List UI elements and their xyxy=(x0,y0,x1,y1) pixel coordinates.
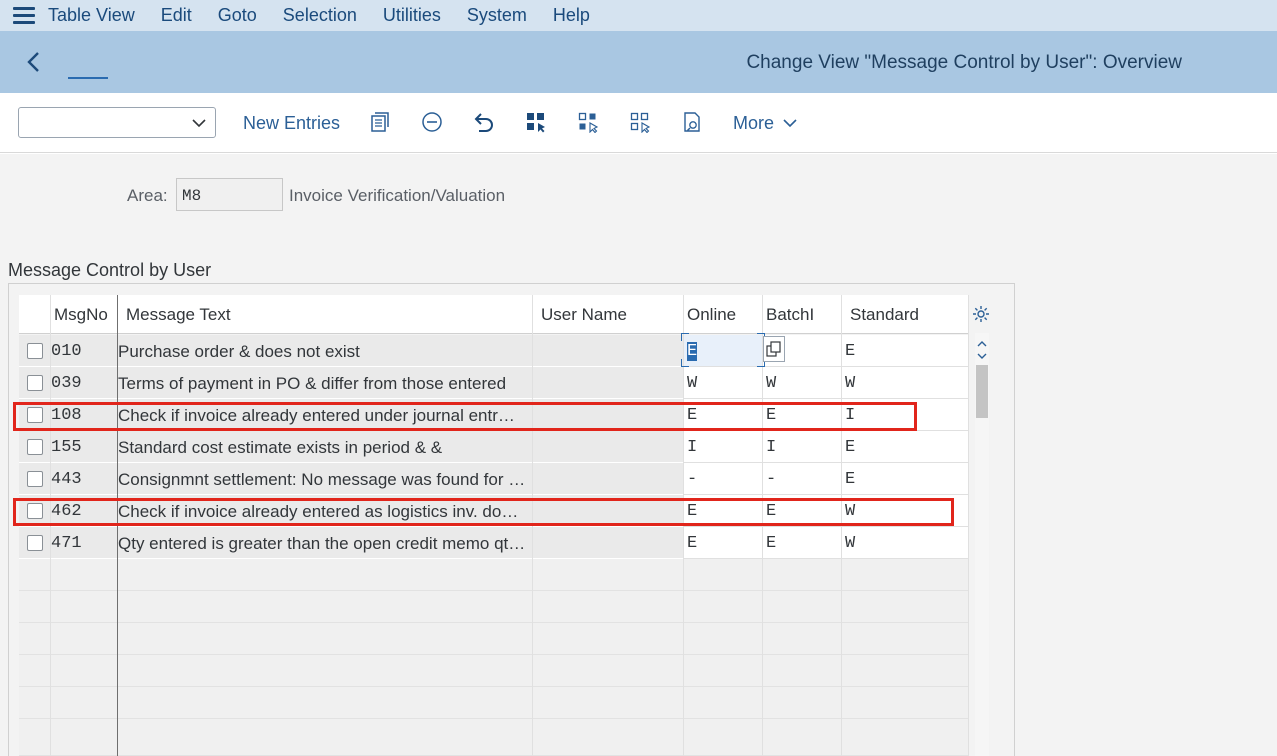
standard-input[interactable]: W xyxy=(842,527,968,559)
message-text-cell: Qty entered is greater than the open cre… xyxy=(118,534,526,553)
online-input[interactable]: - xyxy=(684,463,763,495)
empty-table-row xyxy=(19,623,968,655)
column-header-batch[interactable]: BatchI xyxy=(766,295,814,334)
row-select-checkbox[interactable] xyxy=(27,439,43,455)
menu-bar: Table View Edit Goto Selection Utilities… xyxy=(0,0,1277,31)
table-settings-button[interactable] xyxy=(971,304,991,324)
focus-underline xyxy=(68,77,108,79)
column-divider xyxy=(968,295,969,756)
column-header-message-text[interactable]: Message Text xyxy=(126,295,231,334)
new-entries-button[interactable]: New Entries xyxy=(243,113,340,134)
row-select-checkbox[interactable] xyxy=(27,535,43,551)
message-text-cell: Consignmnt settlement: No message was fo… xyxy=(118,470,526,489)
column-header-user-name[interactable]: User Name xyxy=(541,295,627,334)
scrollbar-thumb[interactable] xyxy=(976,365,988,418)
value-help-icon xyxy=(766,341,781,357)
menu-utilities[interactable]: Utilities xyxy=(383,5,441,26)
more-label: More xyxy=(733,113,775,133)
more-button[interactable]: More xyxy=(733,113,798,134)
column-header-standard[interactable]: Standard xyxy=(850,295,919,334)
empty-table-row xyxy=(19,719,968,756)
value-help-button[interactable] xyxy=(763,336,785,362)
empty-table-row xyxy=(19,655,968,687)
message-text-cell: Standard cost estimate exists in period … xyxy=(118,438,443,457)
table-row[interactable]: 443 Consignmnt settlement: No message wa… xyxy=(19,463,968,495)
area-field: M8 xyxy=(176,178,283,211)
column-header-msgno[interactable]: MsgNo xyxy=(54,295,108,334)
menu-goto[interactable]: Goto xyxy=(218,5,257,26)
toolbar: New Entries More xyxy=(0,93,1277,153)
standard-input[interactable]: E xyxy=(842,335,968,367)
area-description: Invoice Verification/Valuation xyxy=(289,186,506,205)
batch-input[interactable]: - xyxy=(763,463,842,495)
delete-button[interactable] xyxy=(420,110,444,134)
minus-circle-icon xyxy=(422,112,442,132)
back-button[interactable] xyxy=(20,49,46,75)
highlight-box-row-108 xyxy=(13,402,917,431)
copy-as-button[interactable] xyxy=(367,110,391,134)
hamburger-menu-icon[interactable] xyxy=(13,7,35,24)
message-text-cell: Purchase order & does not exist xyxy=(118,342,360,361)
menu-system[interactable]: System xyxy=(467,5,527,26)
table-row[interactable]: 010 Purchase order & does not exist E E xyxy=(19,335,968,367)
focus-corner xyxy=(681,359,689,367)
online-input[interactable]: I xyxy=(684,431,763,463)
highlight-box-row-462 xyxy=(13,498,954,526)
page-title: Change View "Message Control by User": O… xyxy=(746,52,1182,73)
deselect-all-icon xyxy=(630,112,651,133)
online-input[interactable]: E xyxy=(684,335,763,367)
row-select-checkbox[interactable] xyxy=(27,471,43,487)
menu-edit[interactable]: Edit xyxy=(161,5,192,26)
chevron-up-icon xyxy=(977,341,987,347)
standard-input[interactable]: E xyxy=(842,431,968,463)
menu-help[interactable]: Help xyxy=(553,5,590,26)
msgno-cell: 039 xyxy=(51,374,82,393)
section-title: Message Control by User xyxy=(8,260,212,280)
select-block-button[interactable] xyxy=(576,110,600,134)
focus-corner xyxy=(681,333,689,341)
copy-document-icon xyxy=(371,112,389,132)
undo-icon xyxy=(474,113,493,132)
chevron-down-icon xyxy=(192,119,206,128)
gear-icon xyxy=(973,306,989,322)
select-block-icon xyxy=(578,112,599,133)
online-input[interactable]: E xyxy=(684,527,763,559)
message-text-cell: Terms of payment in PO & differ from tho… xyxy=(118,374,507,393)
select-all-button[interactable] xyxy=(524,110,548,134)
table-row[interactable]: 155 Standard cost estimate exists in per… xyxy=(19,431,968,463)
batch-input[interactable]: E xyxy=(763,527,842,559)
table-row[interactable]: 471 Qty entered is greater than the open… xyxy=(19,527,968,559)
print-view-button[interactable] xyxy=(680,110,704,134)
batch-input[interactable]: I xyxy=(763,431,842,463)
area-label: Area: xyxy=(127,186,168,205)
standard-input[interactable]: W xyxy=(842,367,968,399)
msgno-cell: 443 xyxy=(51,470,82,489)
msgno-cell: 471 xyxy=(51,534,82,553)
title-bar: Change View "Message Control by User": O… xyxy=(0,31,1277,93)
row-select-checkbox[interactable] xyxy=(27,375,43,391)
online-input[interactable]: W xyxy=(684,367,763,399)
action-dropdown[interactable] xyxy=(18,107,216,138)
deselect-all-button[interactable] xyxy=(628,110,652,134)
document-search-icon xyxy=(684,112,700,132)
msgno-cell: 010 xyxy=(51,342,82,361)
table-header: MsgNo Message Text User Name Online Batc… xyxy=(19,295,969,334)
chevron-left-icon xyxy=(27,52,39,72)
row-select-checkbox[interactable] xyxy=(27,343,43,359)
menu-table-view[interactable]: Table View xyxy=(48,5,135,26)
chevron-down-icon xyxy=(783,119,797,128)
empty-table-row xyxy=(19,591,968,623)
menu-selection[interactable]: Selection xyxy=(283,5,357,26)
standard-input[interactable]: E xyxy=(842,463,968,495)
empty-table-row xyxy=(19,687,968,719)
chevron-down-icon xyxy=(977,353,987,359)
batch-input[interactable]: W xyxy=(763,367,842,399)
msgno-cell: 155 xyxy=(51,438,82,457)
scroll-down-button[interactable] xyxy=(975,349,989,363)
table-row[interactable]: 039 Terms of payment in PO & differ from… xyxy=(19,367,968,399)
column-header-online[interactable]: Online xyxy=(687,295,736,334)
select-all-icon xyxy=(527,113,545,133)
empty-table-row xyxy=(19,559,968,591)
undo-button[interactable] xyxy=(472,110,496,134)
